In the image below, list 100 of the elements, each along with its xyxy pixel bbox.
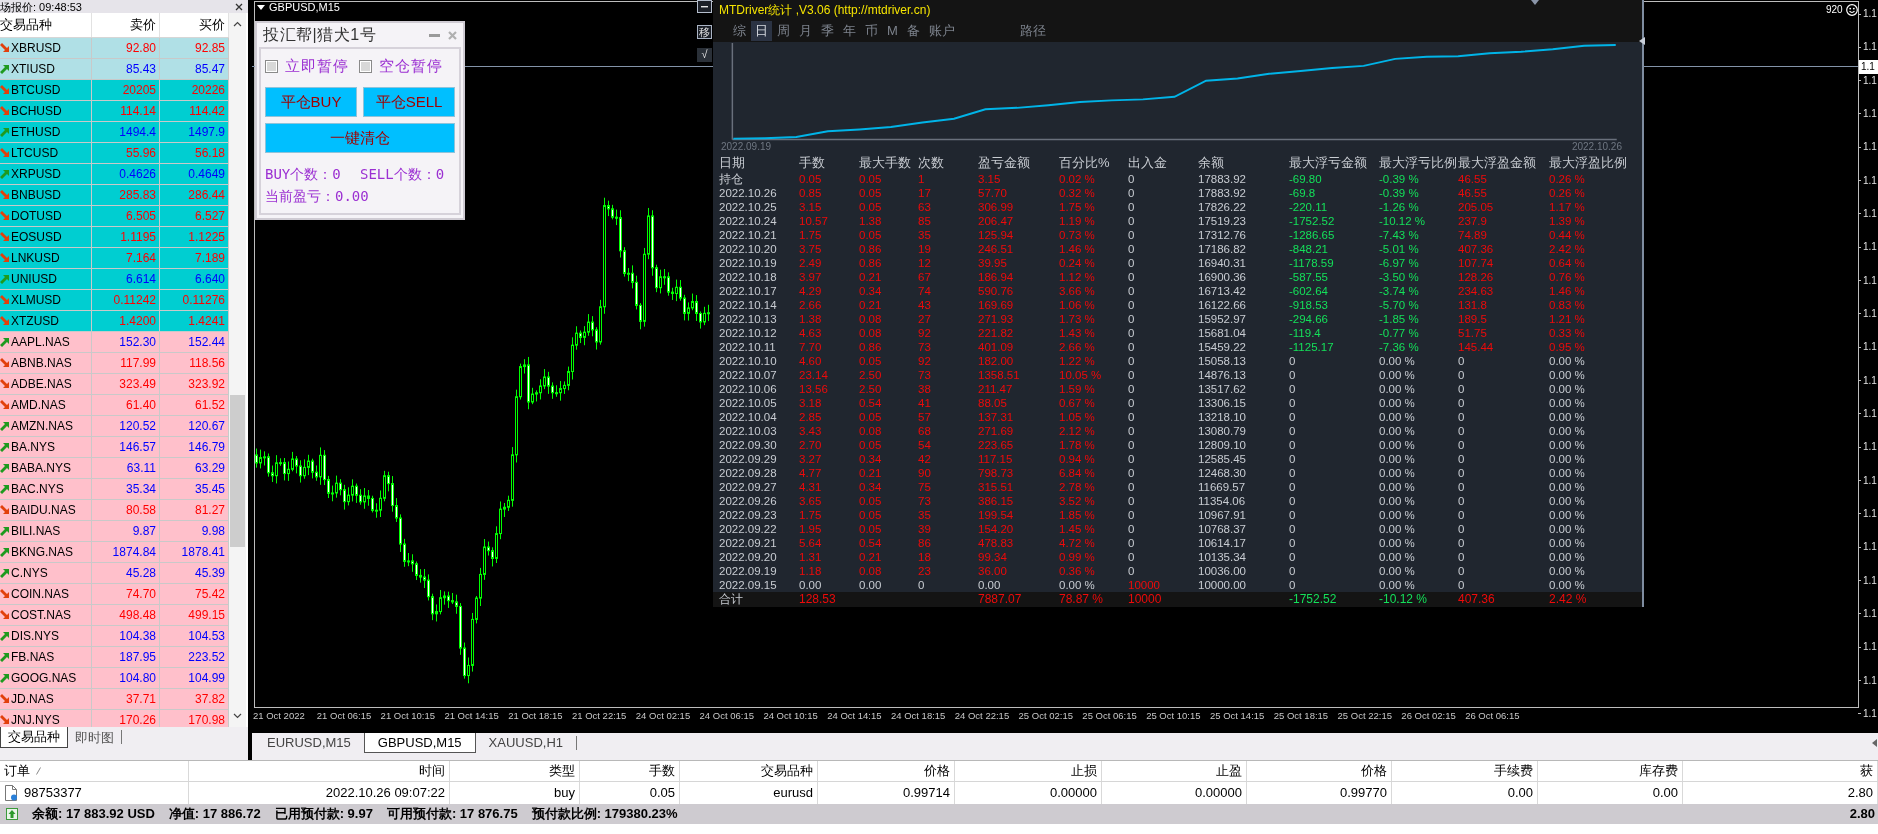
- symbol-row[interactable]: BA.NYS 146.57 146.79: [0, 437, 229, 458]
- tab[interactable]: 周: [773, 20, 794, 41]
- table-cell: 206.47: [978, 215, 1014, 227]
- tab[interactable]: 月: [795, 20, 816, 41]
- symbol-row[interactable]: XLMUSD 0.11242 0.11276: [0, 290, 229, 311]
- table-cell: 1.43 %: [1059, 327, 1095, 339]
- symbol-row[interactable]: AMZN.NAS 120.52 120.67: [0, 416, 229, 437]
- symbol-row[interactable]: LNKUSD 7.164 7.189: [0, 248, 229, 269]
- symbol-row[interactable]: BTCUSD 20205 20226: [0, 80, 229, 101]
- tab[interactable]: 路径: [1015, 20, 1050, 41]
- symbol-row[interactable]: BKNG.NAS 1874.84 1878.41: [0, 542, 229, 563]
- column-header[interactable]: 获: [1860, 763, 1873, 779]
- scroll-left-icon[interactable]: [1872, 739, 1877, 747]
- panel-button[interactable]: √: [697, 48, 712, 62]
- symbol-row[interactable]: JNJ.NYS 170.26 170.98: [0, 710, 229, 727]
- bid-price: 80.58: [125, 502, 156, 518]
- scrollbar-thumb[interactable]: [230, 395, 245, 547]
- table-cell: 0.33 %: [1549, 327, 1585, 339]
- checkbox[interactable]: [265, 59, 278, 73]
- table-cell: 2022.09.27: [719, 481, 777, 493]
- symbol-row[interactable]: ABNB.NAS 117.99 118.56: [0, 353, 229, 374]
- symbol-row[interactable]: LTCUSD 55.96 56.18: [0, 143, 229, 164]
- minimize-icon[interactable]: [697, 0, 712, 13]
- column-header[interactable]: 订单: [4, 763, 30, 779]
- symbol-row[interactable]: BILI.NAS 9.87 9.98: [0, 521, 229, 542]
- tab[interactable]: EURUSD,M15: [254, 733, 364, 753]
- action-button[interactable]: 平仓SELL: [363, 87, 455, 117]
- tab[interactable]: GBPUSD,M15: [363, 733, 476, 753]
- symbol-row[interactable]: AAPL.NAS 152.30 152.44: [0, 332, 229, 353]
- symbol-row[interactable]: DOTUSD 6.505 6.527: [0, 206, 229, 227]
- column-header[interactable]: 手数: [649, 763, 675, 779]
- tab[interactable]: 即时图: [68, 727, 121, 748]
- time-label: 24 Oct 10:15: [763, 710, 818, 721]
- price-label: 1.1: [1863, 41, 1877, 54]
- tab[interactable]: 日: [751, 20, 772, 41]
- symbol-row[interactable]: BCHUSD 114.14 114.42: [0, 101, 229, 122]
- table-cell: 0.00 %: [1549, 537, 1585, 549]
- symbol-row[interactable]: BABA.NYS 63.11 63.29: [0, 458, 229, 479]
- tab[interactable]: 年: [839, 20, 860, 41]
- column-header[interactable]: 止损: [1071, 763, 1097, 779]
- symbol-row[interactable]: XRPUSD 0.4626 0.4649: [0, 164, 229, 185]
- tab[interactable]: M: [883, 20, 902, 41]
- column-header[interactable]: 时间: [419, 763, 445, 779]
- column-header[interactable]: 价格: [1361, 763, 1387, 779]
- tab[interactable]: 综: [729, 20, 750, 41]
- column-header[interactable]: 类型: [549, 763, 575, 779]
- action-button[interactable]: 平仓BUY: [265, 87, 357, 117]
- panel-button[interactable]: 移: [697, 25, 712, 39]
- table-cell: 2022.10.06: [719, 383, 777, 395]
- ask-price: 20226: [191, 82, 225, 98]
- pnl-text: 当前盈亏：0.00: [265, 187, 369, 204]
- table-cell: 2.85: [799, 411, 822, 423]
- ask-price: 81.27: [194, 502, 225, 518]
- tab[interactable]: XAUUSD,H1: [475, 733, 577, 753]
- close-icon[interactable]: [235, 2, 243, 11]
- symbol-row[interactable]: EOSUSD 1.1195 1.1225: [0, 227, 229, 248]
- symbol-row[interactable]: BNBUSD 285.83 286.44: [0, 185, 229, 206]
- symbol-row[interactable]: JD.NAS 37.71 37.82: [0, 689, 229, 710]
- checkbox[interactable]: [359, 59, 372, 73]
- column-header[interactable]: 交易品种: [0, 17, 52, 33]
- column-header[interactable]: 交易品种: [761, 763, 813, 779]
- tab[interactable]: 账户: [924, 20, 959, 41]
- symbol-row[interactable]: XBRUSD 92.80 92.85: [0, 38, 229, 59]
- symbol-row[interactable]: UNIUSD 6.614 6.640: [0, 269, 229, 290]
- column-header[interactable]: 价格: [924, 763, 950, 779]
- column-header[interactable]: 买价: [199, 17, 225, 33]
- symbol-row[interactable]: BAIDU.NAS 80.58 81.27: [0, 500, 229, 521]
- table-cell: 182.00: [978, 355, 1014, 367]
- table-cell: 23: [918, 565, 931, 577]
- scroll-down-icon[interactable]: [233, 713, 242, 719]
- caret-icon[interactable]: [257, 5, 265, 11]
- table-cell: 13.56: [799, 383, 828, 395]
- symbol-row[interactable]: XTZUSD 1.4200 1.4241: [0, 311, 229, 332]
- column-header[interactable]: 库存费: [1639, 763, 1678, 779]
- symbol-row[interactable]: ADBE.NAS 323.49 323.92: [0, 374, 229, 395]
- tab[interactable]: 币: [861, 20, 882, 41]
- symbol-row[interactable]: C.NYS 45.28 45.39: [0, 563, 229, 584]
- symbol-row[interactable]: GOOG.NAS 104.80 104.99: [0, 668, 229, 689]
- symbol-row[interactable]: COIN.NAS 74.70 75.42: [0, 584, 229, 605]
- tab[interactable]: 季: [817, 20, 838, 41]
- symbol-row[interactable]: ETHUSD 1494.4 1497.9: [0, 122, 229, 143]
- ask-price: 499.15: [188, 607, 225, 623]
- symbol-row[interactable]: BAC.NYS 35.34 35.45: [0, 479, 229, 500]
- column-header[interactable]: 卖价: [130, 17, 156, 33]
- table-cell: 0: [1289, 383, 1296, 395]
- symbol-row[interactable]: XTIUSD 85.43 85.47: [0, 59, 229, 80]
- column-header[interactable]: 手续费: [1494, 763, 1533, 779]
- symbol-row[interactable]: DIS.NYS 104.38 104.53: [0, 626, 229, 647]
- table-cell: 16900.36: [1198, 271, 1246, 283]
- table-cell: 1.45 %: [1059, 523, 1095, 535]
- table-cell: 2022.10.21: [719, 229, 777, 241]
- tab[interactable]: 交易品种: [0, 727, 68, 748]
- table-cell: 2.70: [799, 439, 822, 451]
- scroll-up-icon[interactable]: [233, 21, 242, 27]
- symbol-row[interactable]: COST.NAS 498.48 499.15: [0, 605, 229, 626]
- column-header[interactable]: 止盈: [1216, 763, 1242, 779]
- action-button[interactable]: 一键清仓: [265, 123, 455, 153]
- symbol-row[interactable]: FB.NAS 187.95 223.52: [0, 647, 229, 668]
- tab[interactable]: 备: [902, 20, 924, 41]
- symbol-row[interactable]: AMD.NAS 61.40 61.52: [0, 395, 229, 416]
